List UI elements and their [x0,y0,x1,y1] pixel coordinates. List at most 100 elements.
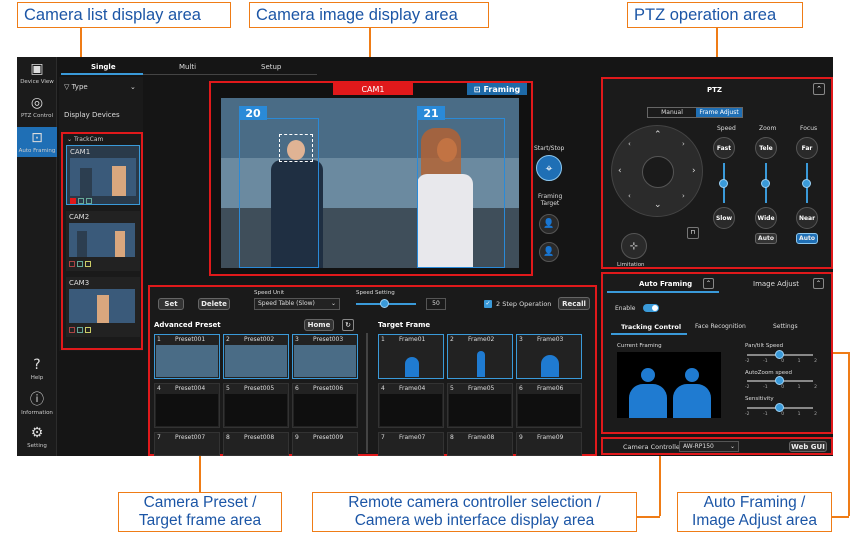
sidebar-item-device-view[interactable]: ▣ Device View [17,61,57,85]
collapse-icon[interactable]: ⌃ [813,278,824,289]
web-gui-button[interactable]: Web GUI [789,441,827,452]
preset-cell[interactable]: 5 Preset005 [223,383,289,428]
chevron-down-icon[interactable]: ⌄ [130,83,136,91]
camera-item-cam3[interactable]: CAM3 [66,277,140,337]
zoom-tele-button[interactable]: Tele [755,137,777,159]
zoom-wide-button[interactable]: Wide [755,207,777,229]
slider-scale: -2 -1 0 1 2 [745,385,817,390]
frame-thumbnail [380,394,442,426]
subtab-settings[interactable]: Settings [773,323,798,330]
preset-cell[interactable]: 2 Preset002 [223,334,289,379]
arrow-up-right-icon[interactable]: › [682,140,685,148]
two-step-checkbox[interactable]: ✓ [484,300,492,308]
focus-slider-knob[interactable] [802,179,811,188]
camera-name: CAM3 [69,279,90,287]
enable-toggle[interactable] [643,304,659,312]
preset-cell[interactable]: 9 Preset009 [292,432,358,456]
preset-cell[interactable]: 3 Preset003 [292,334,358,379]
limitation-button[interactable]: ⊹ [621,233,647,259]
pan-tilt-speed-knob[interactable] [775,350,784,359]
frame-cell[interactable]: 2 Frame02 [447,334,513,379]
subtab-face-recognition[interactable]: Face Recognition [695,323,746,330]
frame-cell[interactable]: 8 Frame08 [447,432,513,456]
preset-set-button[interactable]: Set [158,298,184,310]
frame-cell[interactable]: 6 Frame06 [516,383,582,428]
camera-item-cam2[interactable]: CAM2 [66,211,140,271]
refresh-icon[interactable]: ↻ [342,319,354,331]
camera-item-cam1[interactable]: CAM1 [66,145,140,205]
frame-cell[interactable]: 1 Frame01 [378,334,444,379]
camera-live-image[interactable]: 20 21 [221,98,519,268]
frame-name: Frame09 [537,434,564,441]
sidebar-item-ptz-control[interactable]: ◎ PTZ Control [17,95,57,119]
active-tab-indicator [61,73,143,75]
tab-image-adjust[interactable]: Image Adjust [753,280,799,288]
speed-setting-value[interactable]: 50 [426,298,446,310]
frame-cell[interactable]: 3 Frame03 [516,334,582,379]
group-header[interactable]: ⌄ TrackCam [67,136,103,143]
preset-cell[interactable]: 8 Preset008 [223,432,289,456]
speed-slider-knob[interactable] [719,179,728,188]
lock-icon[interactable]: ⊓ [687,227,699,239]
recall-button[interactable]: Recall [558,297,590,310]
remove-target-button[interactable]: 👤 [539,242,559,262]
tab-setup[interactable]: Setup [261,63,281,71]
tab-auto-framing[interactable]: Auto Framing [639,280,692,288]
framing-person-head [685,368,699,382]
collapse-icon[interactable]: ⌃ [703,278,714,289]
start-stop-button[interactable]: ⌖ [536,155,562,181]
type-filter[interactable]: ▽ Type [64,83,88,91]
frame-cell[interactable]: 9 Frame09 [516,432,582,456]
home-button[interactable]: Home [304,319,334,331]
pan-tilt-pad[interactable]: ⌃ ⌄ ‹ › ‹ › ‹ › [611,125,703,217]
speed-unit-select[interactable]: Speed Table (Slow) ⌄ [254,298,340,310]
controller-label: Camera Controller [623,443,683,451]
sidebar-item-help[interactable]: ? Help [17,357,57,381]
frame-cell[interactable]: 4 Frame04 [378,383,444,428]
arrow-up-icon[interactable]: ⌃ [654,130,662,140]
controller-select[interactable]: AW-RP150 ⌄ [679,441,739,452]
preset-delete-button[interactable]: Delete [198,298,230,310]
add-target-button[interactable]: 👤 [539,214,559,234]
preset-cell[interactable]: 1 Preset001 [154,334,220,379]
speed-setting-knob[interactable] [380,299,389,308]
connector-line [637,516,660,518]
frame-name: Frame03 [537,336,564,343]
callout-preset: Camera Preset / Target frame area [118,492,282,532]
preset-cell[interactable]: 7 Preset007 [154,432,220,456]
sidebar-item-information[interactable]: ⓘ Information [17,392,57,416]
arrow-right-icon[interactable]: › [692,166,696,176]
sidebar-item-auto-framing[interactable]: ⊡ Auto Framing [17,127,57,157]
subtab-tracking-control[interactable]: Tracking Control [621,323,681,331]
frame-cell[interactable]: 5 Frame05 [447,383,513,428]
arrow-down-left-icon[interactable]: ‹ [628,192,631,200]
frame-cell[interactable]: 7 Frame07 [378,432,444,456]
tab-manual[interactable]: Manual [648,108,696,117]
tracking-box-21[interactable] [417,118,505,268]
speed-label: Speed [717,125,736,132]
pan-tilt-center[interactable] [642,156,674,188]
tab-single[interactable]: Single [91,63,116,71]
collapse-icon[interactable]: ⌃ [813,83,825,95]
sensitivity-knob[interactable] [775,403,784,412]
camera-name: CAM1 [70,148,91,156]
framing-badge[interactable]: ⊡ Framing [467,83,527,95]
zoom-auto-button[interactable]: Auto [755,233,777,244]
arrow-down-icon[interactable]: ⌄ [654,200,662,210]
zoom-slider-knob[interactable] [761,179,770,188]
arrow-down-right-icon[interactable]: › [682,192,685,200]
preset-cell[interactable]: 6 Preset006 [292,383,358,428]
tab-multi[interactable]: Multi [179,63,196,71]
speed-fast-button[interactable]: Fast [713,137,735,159]
speed-slow-button[interactable]: Slow [713,207,735,229]
autozoom-speed-knob[interactable] [775,376,784,385]
focus-auto-button[interactable]: Auto [796,233,818,244]
preset-cell[interactable]: 4 Preset004 [154,383,220,428]
sidebar-item-setting[interactable]: ⚙ Setting [17,425,57,449]
sensitivity-label: Sensitivity [745,396,774,402]
arrow-up-left-icon[interactable]: ‹ [628,140,631,148]
focus-far-button[interactable]: Far [796,137,818,159]
focus-near-button[interactable]: Near [796,207,818,229]
tab-frame-adjust[interactable]: Frame Adjust [696,108,742,117]
arrow-left-icon[interactable]: ‹ [618,166,622,176]
